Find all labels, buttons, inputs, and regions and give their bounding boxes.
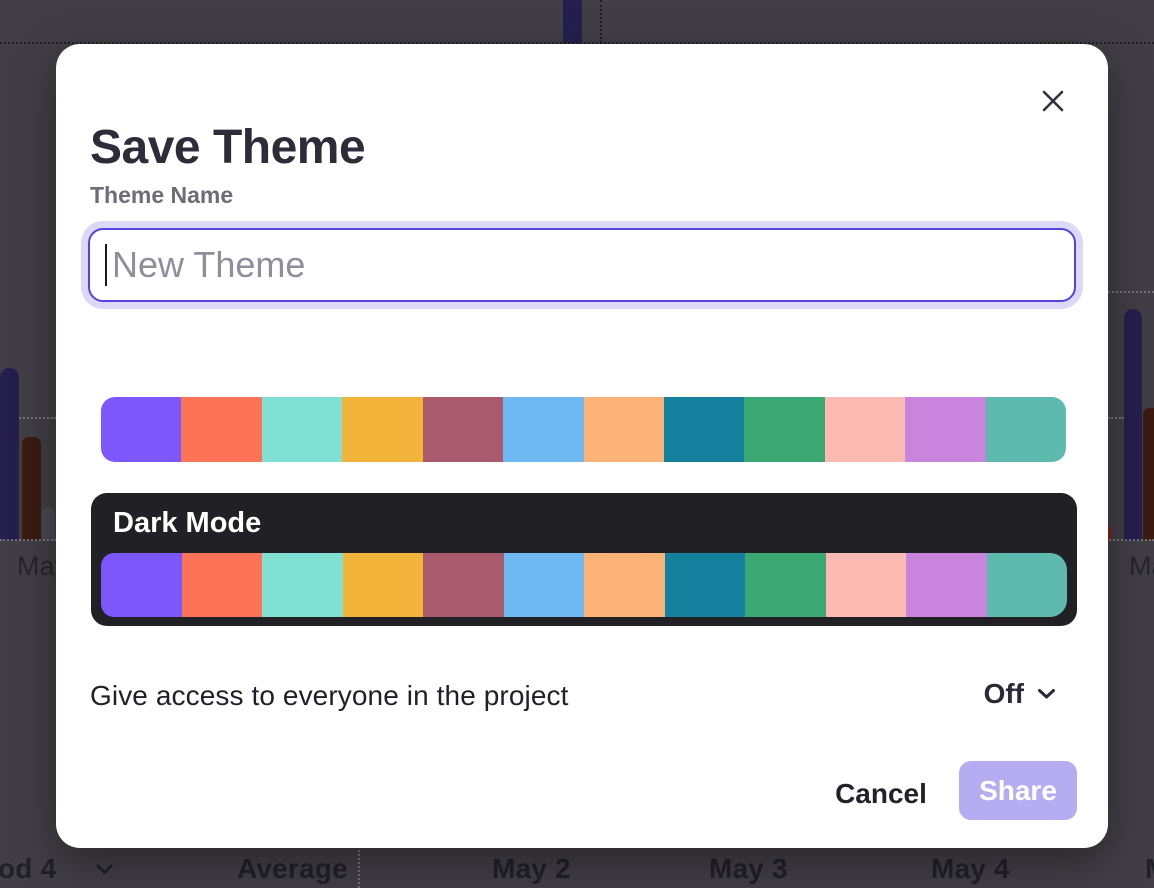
axis-label: May 4 [931, 853, 1010, 885]
color-swatch [584, 397, 664, 462]
color-swatch [825, 397, 905, 462]
chart-bar [42, 507, 55, 540]
dark-mode-label: Dark Mode [113, 507, 261, 540]
color-swatch [906, 553, 987, 617]
chart-bar [0, 368, 19, 540]
gridline [1108, 417, 1124, 419]
axis-dropdown-label: od 4 [0, 853, 56, 885]
color-swatch [826, 553, 907, 617]
access-dropdown[interactable]: Off [984, 678, 1056, 710]
color-swatch [423, 553, 504, 617]
theme-name-label: Theme Name [90, 182, 233, 209]
color-swatch [504, 553, 585, 617]
color-swatch [423, 397, 503, 462]
access-label: Give access to everyone in the project [90, 680, 569, 712]
axis-label: Average [237, 853, 348, 885]
save-theme-dialog: Save Theme Theme Name Light Mode Dark Mo… [56, 44, 1108, 848]
color-swatch [503, 397, 583, 462]
color-swatch [744, 397, 824, 462]
share-button[interactable]: Share [959, 761, 1077, 820]
axis-label: Ma [1129, 551, 1154, 582]
gridline [600, 0, 602, 43]
axis-label: May 3 [709, 853, 788, 885]
chart-bar [22, 437, 41, 540]
chart-bar [1143, 408, 1154, 540]
gridline [0, 539, 56, 541]
axis-label: May 2 [492, 853, 571, 885]
gridline [1108, 291, 1154, 293]
chart-bar [1124, 309, 1142, 540]
axis-label: M [1145, 853, 1154, 885]
gridline [358, 845, 360, 888]
chevron-down-icon [96, 864, 113, 875]
color-swatch [987, 553, 1068, 617]
light-mode-palette [101, 397, 1066, 462]
color-swatch [101, 553, 182, 617]
color-swatch [342, 397, 422, 462]
color-swatch [986, 397, 1066, 462]
color-swatch [665, 553, 746, 617]
chevron-down-icon [1037, 688, 1056, 700]
color-swatch [343, 553, 424, 617]
color-swatch [262, 397, 342, 462]
chart-bar [563, 0, 582, 43]
gridline [1106, 539, 1154, 541]
dark-mode-card: Dark Mode [91, 493, 1077, 626]
access-value: Off [984, 678, 1024, 710]
color-swatch [182, 553, 263, 617]
cancel-button[interactable]: Cancel [816, 768, 946, 820]
text-cursor [105, 244, 107, 286]
color-swatch [181, 397, 261, 462]
theme-name-input[interactable] [88, 228, 1076, 302]
dialog-title: Save Theme [90, 124, 365, 172]
theme-name-field-wrap [88, 228, 1076, 302]
color-swatch [905, 397, 985, 462]
color-swatch [745, 553, 826, 617]
dark-mode-palette [101, 553, 1067, 617]
color-swatch [664, 397, 744, 462]
color-swatch [101, 397, 181, 462]
screen: May Ma od 4 Average May 2 May 3 May 4 M … [0, 0, 1154, 888]
color-swatch [584, 553, 665, 617]
color-swatch [262, 553, 343, 617]
close-icon[interactable] [1037, 85, 1069, 117]
